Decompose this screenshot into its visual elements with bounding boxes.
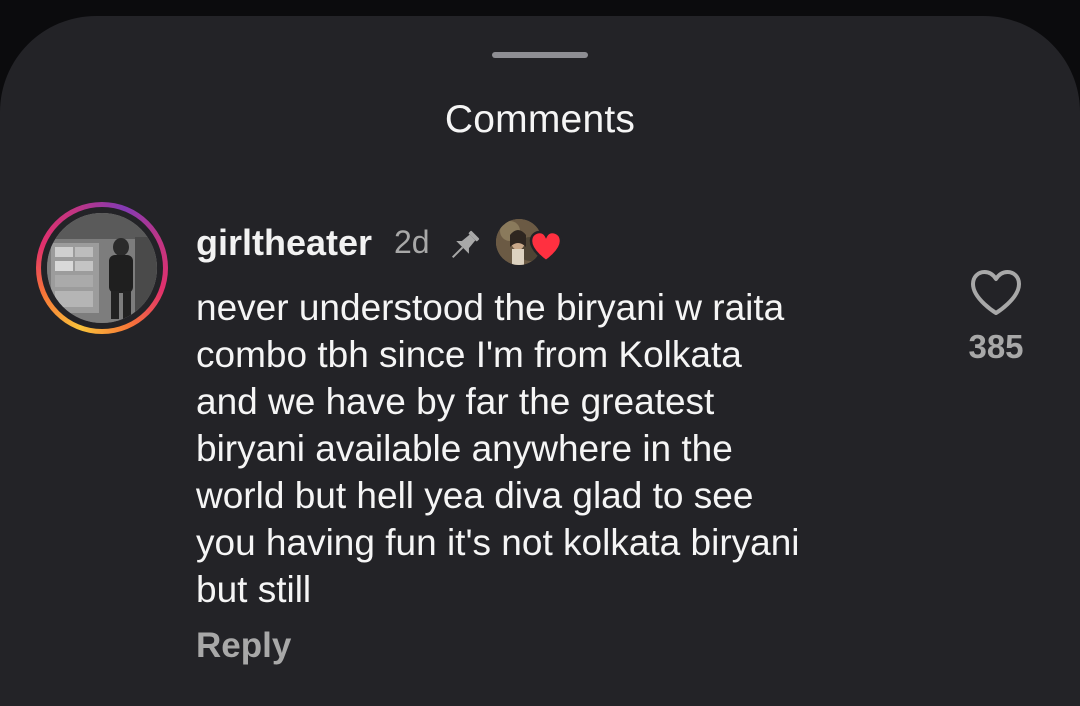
comment-text-line: biryani available anywhere in the [196,428,733,469]
drag-handle[interactable] [492,52,588,58]
reply-button[interactable]: Reply [196,626,291,666]
like-count: 385 [968,328,1024,365]
comment-text-line: combo tbh since I'm from Kolkata [196,334,742,375]
comments-sheet: Comments girltheater 2d never understood… [0,16,1080,706]
story-ring[interactable] [36,202,168,334]
comment-timestamp: 2d [394,224,430,260]
comment-text-line: world but hell yea diva glad to see [196,475,754,516]
sheet-title: Comments [444,98,636,141]
comment-text: never understood the biryani w raita com… [196,284,936,613]
comment-username[interactable]: girltheater [196,222,372,264]
comment-text-line: and we have by far the greatest [196,381,715,422]
avatar[interactable] [47,213,157,323]
comment-text-line: never understood the biryani w raita [196,287,785,328]
heart-filled-icon [529,230,563,263]
pin-icon [451,230,480,259]
heart-outline-icon[interactable] [968,268,1024,318]
comment-text-line: but still [196,569,312,610]
comment-text-line: you having fun it's not kolkata biryani [196,522,800,563]
